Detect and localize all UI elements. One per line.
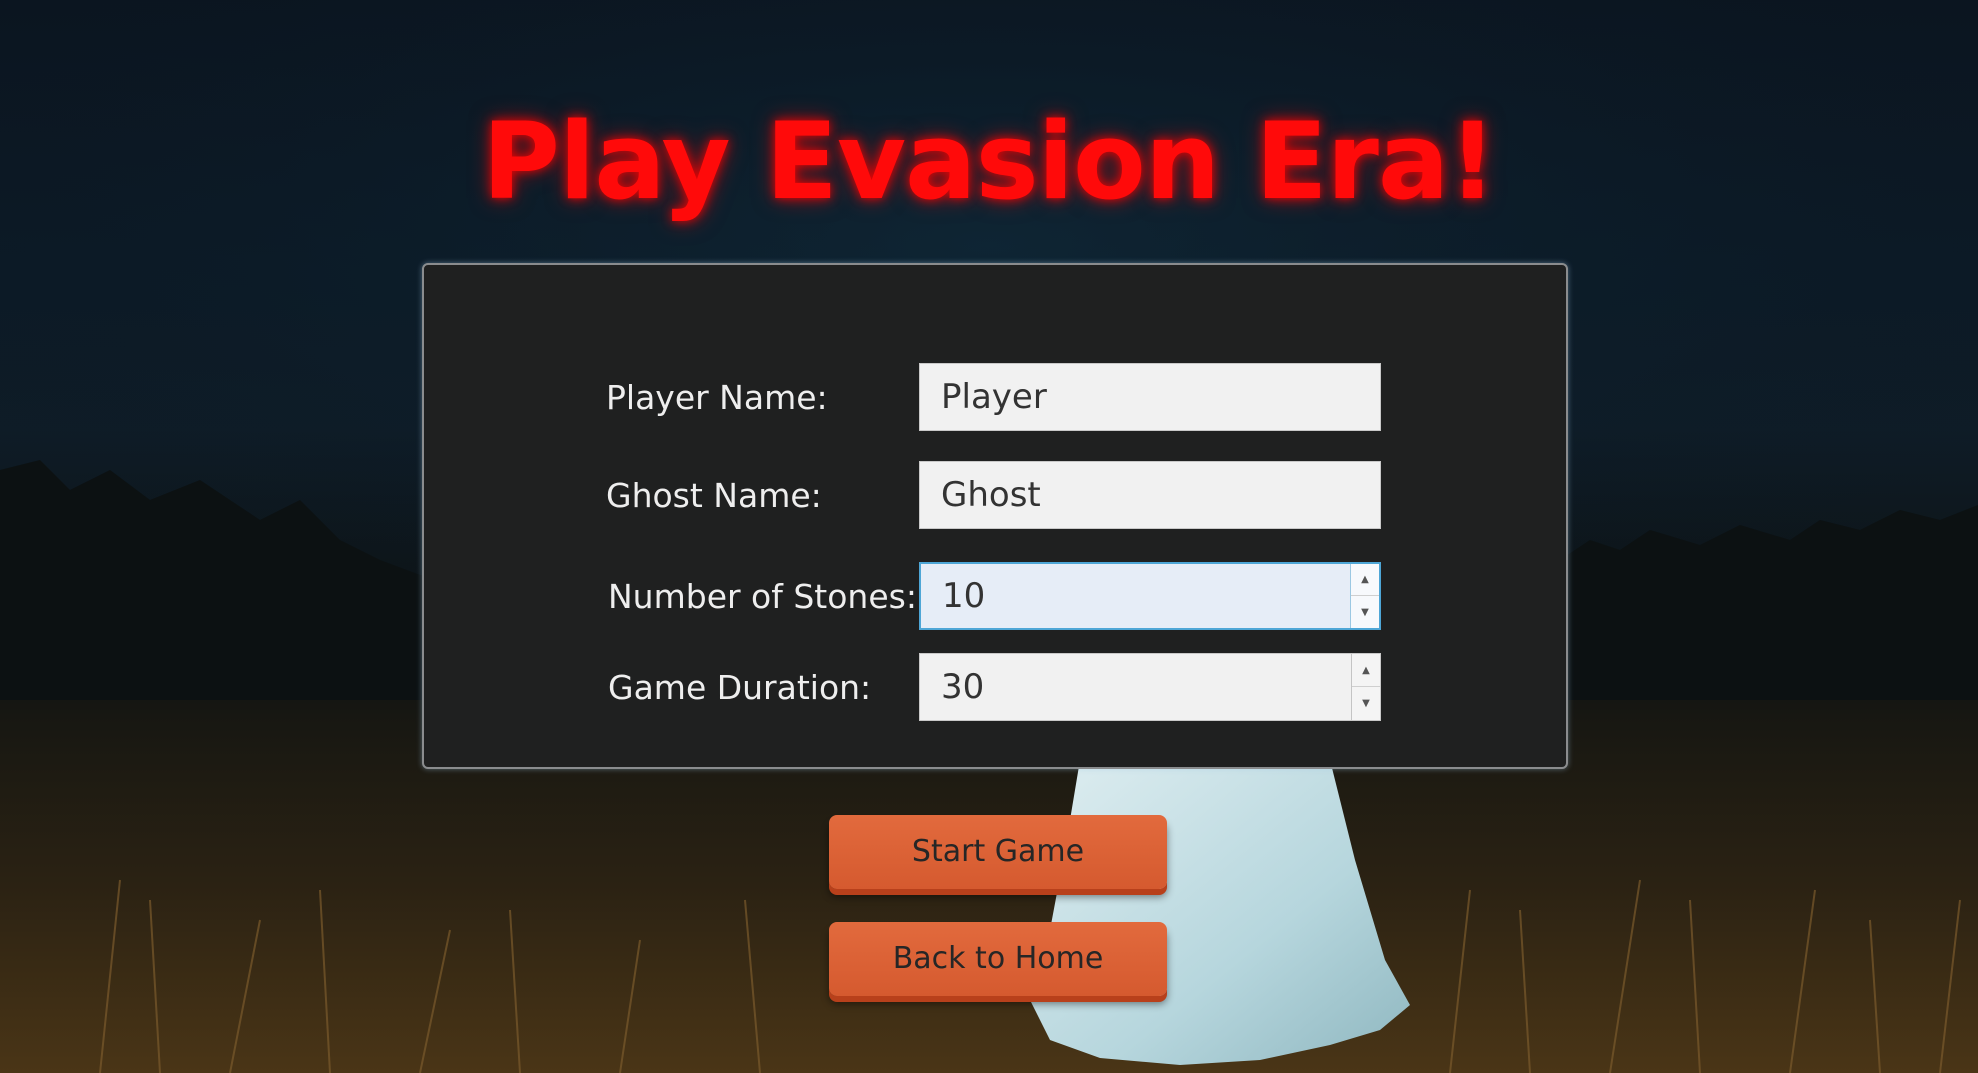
ghost-name-input[interactable] bbox=[920, 462, 1380, 528]
page-title: Play Evasion Era! bbox=[482, 100, 1497, 223]
ghost-name-row: Ghost Name: bbox=[424, 461, 1566, 531]
game-duration-input[interactable] bbox=[920, 654, 1350, 720]
caret-up-icon[interactable]: ▲ bbox=[1351, 564, 1379, 596]
ghost-name-label: Ghost Name: bbox=[606, 476, 822, 515]
player-name-label: Player Name: bbox=[606, 378, 828, 417]
caret-down-icon[interactable]: ▼ bbox=[1351, 596, 1379, 628]
game-duration-spin-buttons: ▲ ▼ bbox=[1351, 654, 1380, 720]
num-stones-spinner: ▲ ▼ bbox=[919, 562, 1381, 630]
game-duration-spinner: ▲ ▼ bbox=[919, 653, 1381, 721]
game-duration-row: Game Duration: ▲ ▼ bbox=[424, 653, 1566, 723]
caret-up-icon[interactable]: ▲ bbox=[1352, 654, 1380, 687]
caret-down-icon[interactable]: ▼ bbox=[1352, 687, 1380, 720]
num-stones-row: Number of Stones: ▲ ▼ bbox=[424, 562, 1566, 632]
player-name-row: Player Name: bbox=[424, 363, 1566, 433]
player-name-input[interactable] bbox=[920, 364, 1380, 430]
num-stones-spin-buttons: ▲ ▼ bbox=[1350, 564, 1379, 628]
num-stones-input[interactable] bbox=[921, 564, 1349, 628]
game-settings-panel: Player Name: Ghost Name: Number of Stone… bbox=[422, 263, 1568, 769]
back-to-home-button[interactable]: Back to Home bbox=[829, 922, 1167, 996]
start-game-button[interactable]: Start Game bbox=[829, 815, 1167, 889]
player-name-field bbox=[919, 363, 1381, 431]
ghost-name-field bbox=[919, 461, 1381, 529]
num-stones-label: Number of Stones: bbox=[608, 577, 917, 616]
game-duration-label: Game Duration: bbox=[608, 668, 872, 707]
